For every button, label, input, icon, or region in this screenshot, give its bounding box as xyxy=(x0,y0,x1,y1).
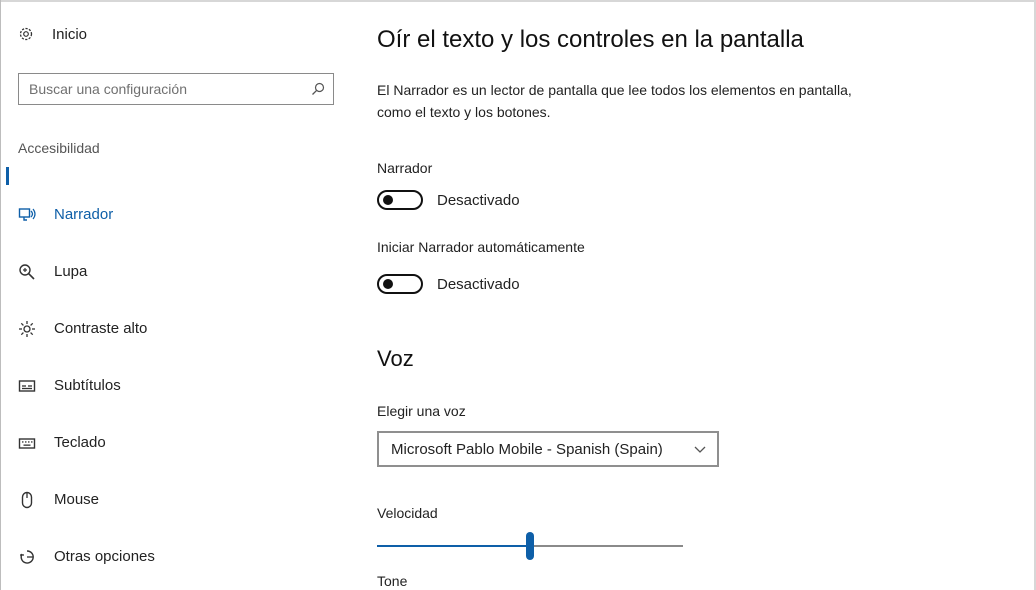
sidebar-item-label: Lupa xyxy=(54,263,88,280)
sidebar-item-label: Otras opciones xyxy=(54,548,155,565)
sidebar-item-label: Teclado xyxy=(54,434,106,451)
search-icon[interactable] xyxy=(311,82,325,96)
sidebar-item-narrador[interactable]: Narrador xyxy=(18,186,155,243)
voice-select-value: Microsoft Pablo Mobile - Spanish (Spain) xyxy=(391,440,663,458)
chevron-down-icon xyxy=(693,443,707,455)
sidebar-item-label: Subtítulos xyxy=(54,377,121,394)
magnifier-icon xyxy=(18,263,36,281)
sidebar-item-teclado[interactable]: Teclado xyxy=(18,414,155,471)
sidebar-item-subtitulos[interactable]: Subtítulos xyxy=(18,357,155,414)
sidebar-item-label: Contraste alto xyxy=(54,320,148,337)
speed-label: Velocidad xyxy=(377,505,438,521)
mouse-icon xyxy=(18,491,36,509)
narrator-toggle[interactable]: Desactivado xyxy=(377,190,520,210)
search-box[interactable] xyxy=(18,73,334,105)
search-input[interactable] xyxy=(27,80,301,98)
sidebar-item-lupa[interactable]: Lupa xyxy=(18,243,155,300)
voice-heading: Voz xyxy=(377,346,414,371)
home-label: Inicio xyxy=(52,25,88,43)
brightness-icon xyxy=(18,320,36,338)
sidebar-item-label: Narrador xyxy=(54,206,114,223)
toggle-switch[interactable] xyxy=(377,190,423,210)
sidebar: Inicio Accesibilidad Narrador xyxy=(0,0,350,590)
sidebar-item-contraste-alto[interactable]: Contraste alto xyxy=(18,300,155,357)
keyboard-icon xyxy=(18,434,36,452)
autostart-label: Iniciar Narrador automáticamente xyxy=(377,239,585,255)
tone-label: Tone xyxy=(377,573,408,589)
choose-voice-label: Elegir una voz xyxy=(377,403,466,419)
main-content: Oír el texto y los controles en la panta… xyxy=(377,0,1017,590)
page-title: Oír el texto y los controles en la panta… xyxy=(377,26,804,53)
gear-icon xyxy=(18,26,34,42)
narrator-label: Narrador xyxy=(377,160,433,176)
closed-captions-icon xyxy=(18,377,36,395)
voice-select[interactable]: Microsoft Pablo Mobile - Spanish (Spain) xyxy=(377,431,719,467)
slider-thumb[interactable] xyxy=(526,532,534,560)
home-link[interactable]: Inicio xyxy=(18,22,87,46)
page-description: El Narrador es un lector de pantalla que… xyxy=(377,82,852,120)
selection-indicator xyxy=(6,167,9,185)
other-options-icon xyxy=(18,548,36,566)
speed-slider[interactable] xyxy=(377,532,683,564)
sidebar-nav: Narrador Lupa Contraste alto Subtítulos … xyxy=(18,186,155,585)
sidebar-item-mouse[interactable]: Mouse xyxy=(18,471,155,528)
section-title: Accesibilidad xyxy=(18,140,100,156)
toggle-knob xyxy=(383,195,393,205)
autostart-toggle-state: Desactivado xyxy=(437,275,520,293)
toggle-knob xyxy=(383,279,393,289)
narrator-toggle-state: Desactivado xyxy=(437,191,520,209)
autostart-toggle[interactable]: Desactivado xyxy=(377,274,520,294)
sidebar-item-label: Mouse xyxy=(54,491,100,508)
slider-fill xyxy=(377,545,530,547)
sidebar-item-otras-opciones[interactable]: Otras opciones xyxy=(18,528,155,585)
narrator-icon xyxy=(18,206,36,224)
toggle-switch[interactable] xyxy=(377,274,423,294)
